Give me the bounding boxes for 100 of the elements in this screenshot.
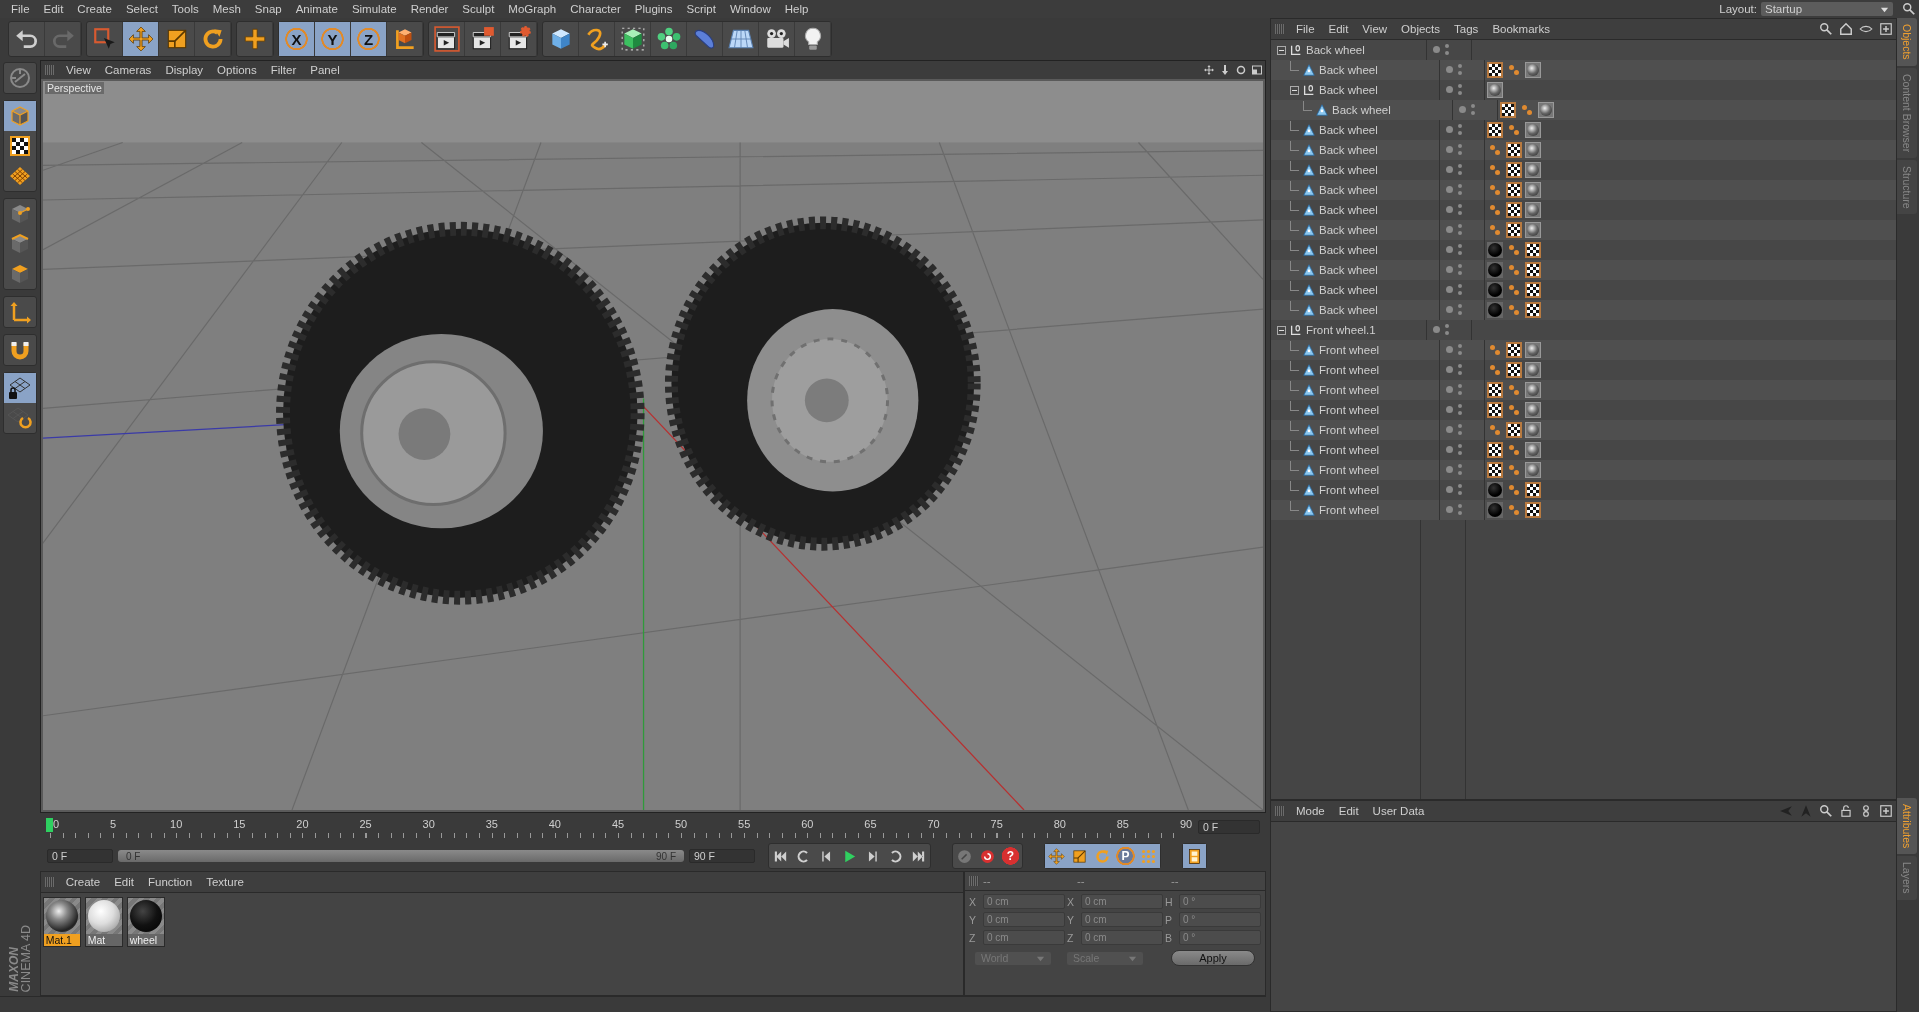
material-tag-icon[interactable] [1525, 362, 1541, 378]
visibility-dots-icon[interactable] [1446, 143, 1464, 157]
menu-item[interactable]: Edit [1331, 805, 1366, 817]
menu-item[interactable]: Mode [1289, 805, 1332, 817]
menu-item[interactable]: Options [210, 64, 264, 76]
visibility-dots-icon[interactable] [1446, 383, 1464, 397]
visibility-dots-icon[interactable] [1446, 63, 1464, 77]
texture-tag-icon[interactable] [1506, 362, 1522, 378]
menu-item[interactable]: Create [58, 876, 108, 888]
grip-icon[interactable] [1275, 24, 1285, 34]
material-tag-icon[interactable] [1525, 202, 1541, 218]
object-name[interactable]: Back wheel [1319, 144, 1378, 156]
object-name[interactable]: Back wheel [1319, 204, 1378, 216]
visibility-dots-icon[interactable] [1446, 123, 1464, 137]
layout-dropdown[interactable]: Startup [1761, 2, 1893, 16]
menu-item[interactable]: Bookmarks [1485, 23, 1557, 35]
rotate-view-icon[interactable] [1235, 64, 1247, 76]
texture-tag-icon[interactable] [1506, 202, 1522, 218]
texture-tag-icon[interactable] [1525, 302, 1541, 318]
menu-item[interactable]: Cameras [97, 64, 159, 76]
visibility-dots-icon[interactable] [1446, 183, 1464, 197]
material-tag-icon[interactable] [1487, 302, 1503, 318]
menu-item[interactable]: Objects [1394, 23, 1448, 35]
layout-icon[interactable] [1251, 64, 1263, 76]
menu-item[interactable]: Function [141, 876, 200, 888]
search-icon[interactable] [1819, 804, 1833, 818]
axis-toggle[interactable]: Z [351, 22, 387, 56]
menu-item[interactable]: User Data [1365, 805, 1432, 817]
start-frame-field[interactable]: 0 F [47, 849, 113, 863]
grip-icon[interactable] [1275, 806, 1285, 816]
material-tag-icon[interactable] [1487, 502, 1503, 518]
object-name[interactable]: Back wheel [1319, 124, 1378, 136]
texture-tag-icon[interactable] [1525, 482, 1541, 498]
visibility-dots-icon[interactable] [1446, 83, 1464, 97]
texture-tag-icon[interactable] [1506, 222, 1522, 238]
material-tag-icon[interactable] [1525, 342, 1541, 358]
object-name[interactable]: Front wheel [1319, 464, 1380, 476]
menu-item[interactable]: Display [158, 64, 211, 76]
material-tag-icon[interactable] [1525, 182, 1541, 198]
texture-tag-icon[interactable] [1525, 282, 1541, 298]
object-name[interactable]: Back wheel [1319, 244, 1378, 256]
texture-tag-icon[interactable] [1525, 242, 1541, 258]
material-tag-icon[interactable] [1487, 82, 1503, 98]
menu-item[interactable]: File [4, 3, 37, 15]
visibility-dots-icon[interactable] [1446, 203, 1464, 217]
object-name[interactable]: Back wheel [1319, 304, 1378, 316]
menu-item[interactable]: View [59, 64, 98, 76]
menu-item[interactable]: MoGraph [501, 3, 564, 15]
side-tab[interactable]: Objects [1897, 18, 1917, 66]
object-name[interactable]: Back wheel [1319, 84, 1378, 96]
menu-item[interactable]: Edit [36, 3, 71, 15]
material-tag-icon[interactable] [1525, 462, 1541, 478]
object-name[interactable]: Back wheel [1319, 164, 1378, 176]
object-name[interactable]: Front wheel [1319, 424, 1380, 436]
object-name[interactable]: Back wheel [1319, 284, 1378, 296]
material-tag-icon[interactable] [1487, 242, 1503, 258]
visibility-dots-icon[interactable] [1446, 423, 1464, 437]
side-tab[interactable]: Attributes [1897, 798, 1917, 855]
menu-item[interactable]: Texture [199, 876, 251, 888]
texture-tag-icon[interactable] [1506, 422, 1522, 438]
menu-item[interactable]: Script [679, 3, 723, 15]
menu-item[interactable]: Filter [263, 64, 304, 76]
menu-item[interactable]: Tags [1447, 23, 1486, 35]
collapse-toggle[interactable] [1277, 45, 1286, 55]
visibility-dots-icon[interactable] [1446, 503, 1464, 517]
menu-item[interactable]: Window [722, 3, 778, 15]
material-tag-icon[interactable] [1525, 142, 1541, 158]
menu-item[interactable]: Animate [288, 3, 345, 15]
mode-toggle[interactable]: P [1114, 844, 1137, 868]
material-tag-icon[interactable] [1487, 482, 1503, 498]
material-tag-icon[interactable] [1525, 422, 1541, 438]
object-name[interactable]: Back wheel [1332, 104, 1391, 116]
current-frame-field[interactable]: 0 F [1198, 820, 1260, 834]
material-tag-icon[interactable] [1525, 222, 1541, 238]
menu-item[interactable]: Mesh [205, 3, 248, 15]
menu-item[interactable]: Sculpt [455, 3, 502, 15]
menu-item[interactable]: Snap [247, 3, 289, 15]
visibility-dots-icon[interactable] [1446, 443, 1464, 457]
menu-item[interactable]: View [1355, 23, 1395, 35]
visibility-dots-icon[interactable] [1446, 163, 1464, 177]
texture-tag-icon[interactable] [1487, 402, 1503, 418]
texture-tag-icon[interactable] [1506, 162, 1522, 178]
material-tag-icon[interactable] [1538, 102, 1554, 118]
search-icon[interactable] [1902, 2, 1916, 16]
menu-item[interactable]: Edit [107, 876, 142, 888]
collapse-toggle[interactable] [1277, 325, 1286, 335]
texture-tag-icon[interactable] [1506, 182, 1522, 198]
texture-tag-icon[interactable] [1506, 342, 1522, 358]
object-name[interactable]: Back wheel [1319, 264, 1378, 276]
material-tag-icon[interactable] [1487, 282, 1503, 298]
tool-button[interactable] [4, 373, 36, 403]
texture-tag-icon[interactable] [1525, 502, 1541, 518]
material-tag-icon[interactable] [1525, 382, 1541, 398]
material-swatch[interactable]: wheel [126, 897, 165, 947]
zoom-view-icon[interactable] [1219, 64, 1231, 76]
visibility-dots-icon[interactable] [1446, 403, 1464, 417]
texture-tag-icon[interactable] [1506, 142, 1522, 158]
material-swatch[interactable]: Mat.1 [42, 897, 81, 947]
menu-item[interactable]: File [1289, 23, 1322, 35]
collapse-toggle[interactable] [1290, 85, 1299, 95]
